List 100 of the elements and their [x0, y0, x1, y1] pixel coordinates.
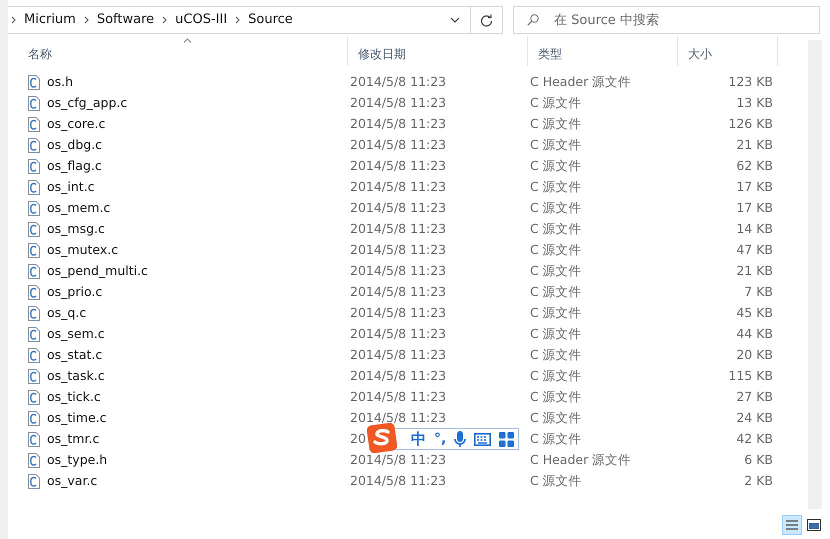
c-file-icon — [28, 432, 40, 447]
date-cell: 2014/5/8 11:23 — [350, 263, 446, 278]
address-bar[interactable]: Micrium Software uCOS-III Source — [8, 6, 503, 34]
type-cell: C 源文件 — [530, 326, 582, 342]
c-file-icon — [28, 369, 40, 384]
date-cell: 2014/5/8 11:23 — [350, 326, 446, 342]
breadcrumb[interactable]: Software — [96, 10, 154, 30]
size-cell: 21 KB — [736, 137, 773, 152]
c-file-icon — [28, 96, 40, 111]
file-name[interactable]: os_dbg.c — [47, 136, 102, 155]
file-name[interactable]: os_sem.c — [47, 325, 105, 344]
size-cell: 44 KB — [736, 326, 773, 342]
size-cell: 17 KB — [736, 179, 773, 194]
c-file-icon — [28, 180, 40, 195]
chevron-icon — [84, 16, 89, 24]
date-cell: 2014/5/8 11:23 — [350, 347, 446, 362]
file-name[interactable]: os_pend_multi.c — [47, 262, 148, 281]
column-header[interactable]: 名称 — [18, 36, 348, 66]
file-name[interactable]: os_cfg_app.c — [47, 94, 128, 113]
file-name[interactable]: os_mutex.c — [47, 241, 118, 260]
size-cell: 126 KB — [728, 116, 773, 132]
date-cell: 2014/5/8 11:23 — [350, 305, 446, 320]
c-file-icon — [28, 348, 40, 363]
c-file-icon — [28, 138, 40, 153]
file-name[interactable]: os_flag.c — [47, 157, 102, 176]
date-cell: 2014/5/8 11:23 — [350, 137, 446, 152]
file-name[interactable]: os_tmr.c — [47, 430, 100, 449]
c-file-icon — [28, 390, 40, 405]
keyboard-icon[interactable] — [474, 432, 492, 446]
c-file-icon — [28, 306, 40, 321]
date-cell: 2014/5/8 11:23 — [350, 116, 446, 132]
date-cell: 2014/5/8 11:23 — [350, 179, 446, 194]
date-cell: 2014/5/8 11:23 — [350, 221, 446, 236]
file-name[interactable]: os.h — [47, 73, 74, 92]
date-cell: 2014/5/8 11:23 — [350, 473, 446, 488]
type-cell: C 源文件 — [530, 179, 582, 194]
size-cell: 20 KB — [736, 347, 773, 362]
type-cell: C 源文件 — [530, 305, 582, 320]
size-cell: 62 KB — [736, 158, 773, 174]
large-icons-view-icon — [807, 519, 821, 531]
size-cell: 45 KB — [736, 305, 773, 320]
type-cell: C 源文件 — [530, 368, 582, 384]
size-cell: 42 KB — [736, 431, 773, 446]
punctuation-button[interactable]: °, — [434, 428, 446, 450]
type-cell: C 源文件 — [530, 95, 582, 110]
file-name[interactable]: os_int.c — [47, 178, 95, 197]
c-file-icon — [28, 117, 40, 132]
c-file-icon — [28, 285, 40, 300]
file-name[interactable]: os_tick.c — [47, 388, 101, 407]
date-cell: 2014/5/8 11:23 — [350, 389, 446, 404]
c-file-icon — [28, 222, 40, 237]
file-name[interactable]: os_q.c — [47, 304, 86, 323]
column-header[interactable]: 大小 — [678, 36, 778, 66]
type-cell: C Header 源文件 — [530, 74, 632, 90]
grid-icon[interactable] — [499, 432, 514, 447]
size-cell: 6 KB — [744, 452, 773, 468]
microphone-icon[interactable] — [454, 430, 466, 448]
size-cell: 17 KB — [736, 200, 773, 216]
type-cell: C 源文件 — [530, 200, 582, 216]
details-view-icon — [785, 519, 799, 531]
c-file-icon — [28, 264, 40, 279]
size-cell: 24 KB — [736, 410, 773, 426]
file-name[interactable]: os_core.c — [47, 115, 106, 134]
chevron-icon — [162, 16, 168, 24]
column-header[interactable]: 修改日期 — [348, 36, 528, 66]
breadcrumb[interactable]: Micrium — [24, 10, 76, 30]
file-name[interactable]: os_task.c — [47, 367, 105, 386]
type-cell: C 源文件 — [530, 137, 582, 152]
column-header[interactable]: 类型 — [528, 36, 678, 66]
type-cell: C 源文件 — [530, 116, 582, 132]
file-name[interactable]: os_stat.c — [47, 346, 102, 365]
date-cell: 2014/5/8 11:23 — [350, 95, 446, 110]
breadcrumb[interactable]: Source — [248, 10, 293, 30]
type-cell: C 源文件 — [530, 158, 582, 174]
type-cell: C 源文件 — [530, 221, 582, 236]
search-icon — [527, 14, 539, 26]
file-name[interactable]: os_prio.c — [47, 283, 102, 302]
size-cell: 115 KB — [728, 368, 773, 384]
file-name[interactable]: os_mem.c — [47, 199, 110, 218]
view-toggle-button[interactable] — [782, 515, 802, 535]
date-cell: 2014/5/8 11:23 — [350, 74, 446, 90]
breadcrumb[interactable]: uCOS-III — [175, 10, 228, 30]
input-mode-button[interactable]: 中 — [411, 428, 426, 450]
chevron-icon — [11, 16, 16, 24]
dropdown-caret-icon[interactable] — [450, 17, 460, 23]
type-cell: C 源文件 — [530, 410, 582, 426]
search-field[interactable]: 在 Source 中搜索 — [513, 6, 820, 34]
c-file-icon — [28, 327, 40, 342]
date-cell: 2014/5/8 11:23 — [350, 410, 446, 426]
file-name[interactable]: os_type.h — [47, 451, 108, 470]
type-cell: C 源文件 — [530, 263, 582, 278]
file-name[interactable]: os_var.c — [47, 472, 98, 491]
file-name[interactable]: os_time.c — [47, 409, 106, 428]
file-name[interactable]: os_msg.c — [47, 220, 105, 239]
refresh-icon[interactable] — [480, 14, 493, 26]
date-cell: 2014/5/8 11:23 — [350, 158, 446, 174]
c-file-icon — [28, 474, 40, 489]
size-cell: 13 KB — [736, 95, 773, 110]
type-cell: C 源文件 — [530, 242, 582, 258]
type-cell: C 源文件 — [530, 347, 582, 362]
